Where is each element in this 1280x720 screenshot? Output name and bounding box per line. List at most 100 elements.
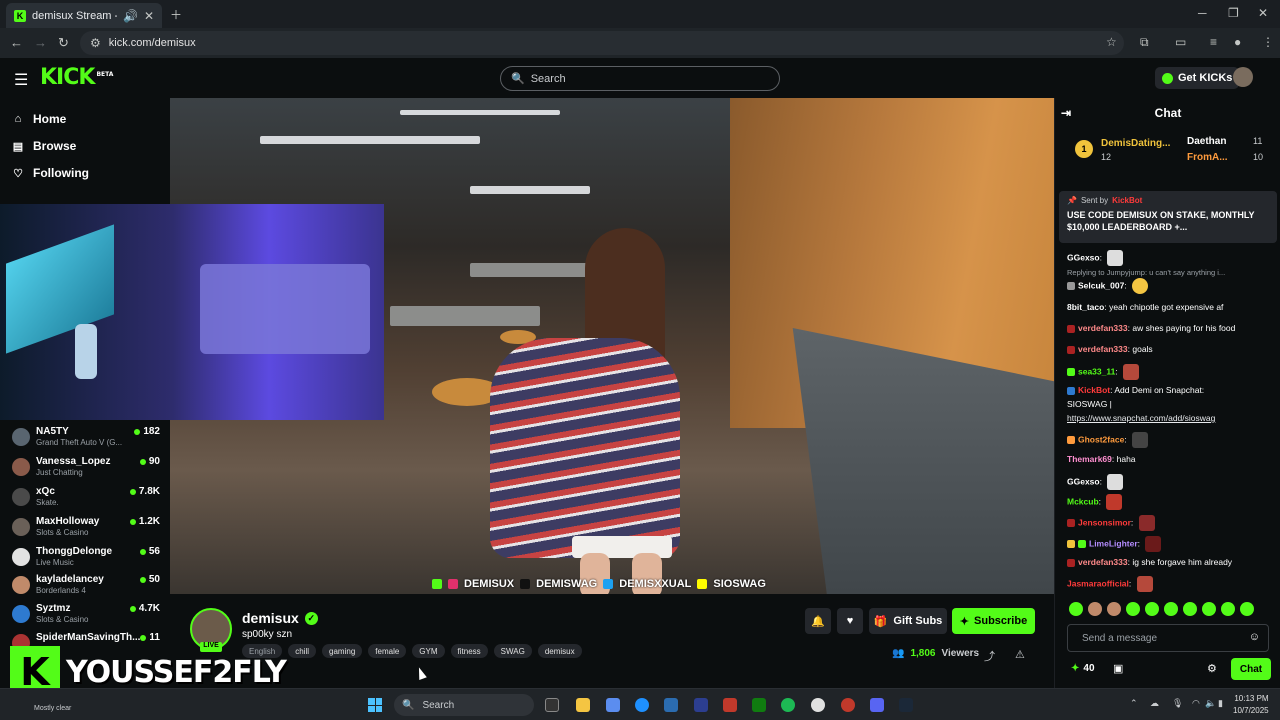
tab-title: demisux Stream - Watch Live: [32, 9, 117, 22]
emote-icon[interactable]: [1221, 602, 1235, 616]
system-clock[interactable]: 10:13 PM 10/7/2025: [1233, 693, 1269, 717]
tag[interactable]: chill: [288, 644, 317, 658]
collapse-chat-icon[interactable]: ⇥: [1061, 106, 1071, 120]
close-window-icon[interactable]: ✕: [1258, 6, 1268, 20]
windows-start-icon[interactable]: [368, 698, 382, 712]
report-icon[interactable]: ⚠: [1015, 648, 1025, 661]
steam-icon[interactable]: [899, 698, 913, 712]
live-dot-icon: [134, 428, 141, 435]
weather-text[interactable]: Mostly clear: [34, 705, 71, 712]
subscribe-button[interactable]: ✦ Subscribe: [952, 608, 1035, 634]
gift-subs-button[interactable]: 🎁 Gift Subs: [869, 608, 947, 634]
channel-item[interactable]: ThonggDelonge Live Music 56: [12, 546, 160, 570]
pinned-message[interactable]: 📌 Sent by KickBot USE CODE DEMISUX ON ST…: [1059, 191, 1277, 243]
channel-item[interactable]: Syztmz Slots & Casino 4.7K: [12, 603, 160, 627]
live-dot-icon: [129, 605, 136, 612]
task-view-icon[interactable]: [545, 698, 559, 712]
speaker-icon: 🔊: [122, 8, 138, 23]
tiktok-icon: [520, 579, 531, 589]
sidebar-item-home[interactable]: ⌂ Home: [12, 112, 67, 126]
browser-tab[interactable]: K demisux Stream - Watch Live 🔊 ✕: [6, 3, 162, 28]
wifi-icon[interactable]: ◠: [1192, 698, 1200, 709]
battery-icon[interactable]: ▮: [1218, 698, 1223, 709]
kick-logo[interactable]: KICK BETA: [40, 65, 113, 90]
chat-message-input[interactable]: Send a message ☺: [1067, 624, 1269, 652]
send-chat-button[interactable]: Chat: [1231, 658, 1271, 680]
browser-menu-icon[interactable]: ⋮: [1262, 35, 1274, 49]
emote-icon[interactable]: [1088, 602, 1102, 616]
channel-item[interactable]: MaxHolloway Slots & Casino 1.2K: [12, 516, 160, 540]
search-input[interactable]: 🔍 Search: [500, 66, 780, 91]
xbox-icon[interactable]: [752, 698, 766, 712]
cast-icon[interactable]: ▭: [1175, 35, 1186, 49]
notification-bell-button[interactable]: 🔔: [805, 608, 831, 634]
copilot-icon[interactable]: [606, 698, 620, 712]
minimize-icon[interactable]: ─: [1198, 6, 1207, 20]
app-shield-icon[interactable]: [723, 698, 737, 712]
forward-icon[interactable]: →: [34, 35, 47, 50]
tag[interactable]: gaming: [322, 644, 363, 658]
back-icon[interactable]: ←: [10, 35, 23, 50]
menu-icon[interactable]: ☰: [14, 70, 28, 90]
tab-close-icon[interactable]: ✕: [144, 9, 154, 23]
maximize-icon[interactable]: ❐: [1228, 6, 1239, 20]
address-bar[interactable]: ⚙ kick.com/demisux: [80, 31, 1124, 55]
sidebar-item-following[interactable]: ♡ Following: [12, 166, 89, 180]
emote-icon[interactable]: [1126, 602, 1140, 616]
emoji-picker-icon[interactable]: ☺: [1249, 631, 1260, 643]
taskbar-search[interactable]: 🔍 Search: [394, 694, 534, 716]
new-tab-button[interactable]: ＋: [170, 6, 182, 23]
chat-link[interactable]: https://www.snapchat.com/add/sioswag: [1067, 413, 1277, 423]
emote-icon[interactable]: [1164, 602, 1178, 616]
edge-icon[interactable]: [635, 698, 649, 712]
extensions-icon[interactable]: ⧉: [1140, 35, 1149, 50]
emote-icon[interactable]: [1183, 602, 1197, 616]
app-red-icon[interactable]: [841, 698, 855, 712]
get-kicks-button[interactable]: Get KICKs: [1155, 67, 1240, 89]
cloud-icon[interactable]: ☁: [1150, 698, 1159, 709]
avatar: [12, 428, 30, 446]
site-info-icon[interactable]: ⚙: [90, 36, 101, 50]
emote-icon[interactable]: [1145, 602, 1159, 616]
chat-message: Selcuk_007:: [1067, 278, 1277, 294]
follow-button[interactable]: ♥: [837, 608, 863, 634]
tag[interactable]: female: [368, 644, 407, 658]
reload-icon[interactable]: ↻: [58, 35, 69, 51]
tag[interactable]: GYM: [412, 644, 445, 658]
app-l-icon[interactable]: [694, 698, 708, 712]
tag[interactable]: demisux: [537, 644, 582, 658]
share-icon[interactable]: ⤴: [984, 648, 995, 664]
gift-icon[interactable]: ▣: [1113, 662, 1123, 675]
sidebar-item-browse[interactable]: ▤ Browse: [12, 139, 77, 153]
chat-message: Ghost2face:: [1067, 432, 1277, 448]
channel-item[interactable]: kayladelancey Borderlands 4 50: [12, 574, 160, 598]
emote-icon[interactable]: [1069, 602, 1083, 616]
emote-icon[interactable]: [1107, 602, 1121, 616]
discord-icon[interactable]: [870, 698, 884, 712]
streamer-name[interactable]: demisux ✓: [242, 610, 318, 626]
search-placeholder: Search: [530, 72, 566, 85]
tray-chevron-icon[interactable]: ⌃: [1130, 698, 1138, 709]
scene-table: [470, 263, 590, 277]
mic-icon[interactable]: 🎙: [1172, 698, 1183, 709]
store-icon[interactable]: [664, 698, 678, 712]
kicks-balance[interactable]: ✦ 40: [1071, 663, 1095, 674]
tag[interactable]: SWAG: [493, 644, 532, 658]
media-control-icon[interactable]: ≡: [1210, 35, 1217, 49]
spotify-icon[interactable]: [781, 698, 795, 712]
emote-icon[interactable]: [1240, 602, 1254, 616]
gift-icon: 🎁: [873, 615, 888, 628]
chrome-icon[interactable]: [811, 698, 825, 712]
channel-item[interactable]: Vanessa_Lopez Just Chatting 90: [12, 456, 160, 480]
volume-icon[interactable]: 🔈: [1205, 698, 1216, 709]
profile-avatar-icon[interactable]: ●: [1234, 35, 1241, 49]
channel-item[interactable]: NA5TY Grand Theft Auto V (G... 182: [12, 426, 160, 450]
channel-item[interactable]: xQc Skate. 7.8K: [12, 486, 160, 510]
bookmark-star-icon[interactable]: ☆: [1106, 35, 1117, 49]
gear-icon[interactable]: ⚙: [1207, 662, 1217, 675]
file-explorer-icon[interactable]: [576, 698, 590, 712]
tag[interactable]: fitness: [450, 644, 488, 658]
user-avatar[interactable]: [1233, 67, 1253, 87]
chat-message: LimeLighter:: [1067, 536, 1277, 552]
emote-icon[interactable]: [1202, 602, 1216, 616]
